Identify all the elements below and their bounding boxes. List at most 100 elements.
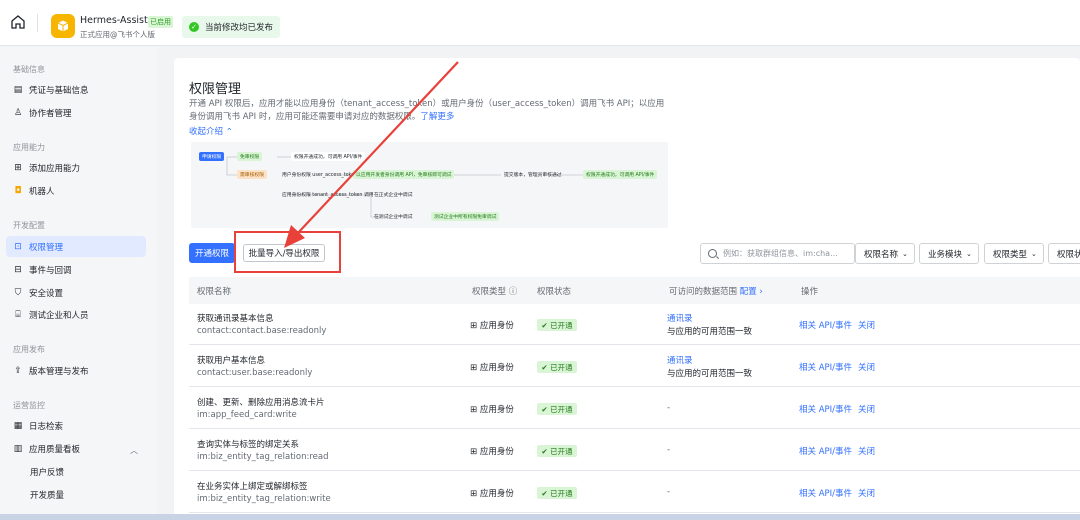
flow-node-test-result: 测试企业中所有权限免审调试 bbox=[431, 212, 500, 221]
flow-connectors bbox=[226, 156, 583, 218]
sidebar-item-label: 开发质量 bbox=[30, 490, 65, 501]
configure-link[interactable]: 配置 bbox=[740, 287, 757, 297]
permission-name: 获取用户基本信息 bbox=[197, 356, 266, 366]
flow-node-user-result: 以应用开发者身份调用 API，免审核即可调试 bbox=[353, 170, 455, 179]
col-header-scope: 可访问的数据范围 配置 › bbox=[669, 285, 763, 297]
close-link[interactable]: 关闭 bbox=[858, 447, 875, 457]
sidebar-item-label: 应用质量看板 bbox=[29, 444, 81, 455]
close-link[interactable]: 关闭 bbox=[858, 489, 875, 499]
sidebar-item-events[interactable]: ⊟ 事件与回调 bbox=[6, 259, 146, 280]
robot-icon: ◘ bbox=[14, 185, 22, 196]
sidebar-group-dev: 开发配置 bbox=[13, 221, 45, 230]
sidebar: 基础信息 ▤ 凭证与基础信息 ♙ 协作者管理 应用能力 ⊞ 添加应用能力 ◘ 机器人 开… bbox=[0, 47, 158, 520]
sidebar-item-bot[interactable]: ◘ 机器人 bbox=[6, 180, 146, 201]
sidebar-group-release: 应用发布 bbox=[13, 345, 45, 354]
sidebar-item-label: 协作者管理 bbox=[29, 108, 72, 119]
sidebar-item-quality[interactable]: ▥ 应用质量看板 bbox=[6, 438, 146, 459]
sidebar-item-add-capability[interactable]: ⊞ 添加应用能力 bbox=[6, 157, 146, 178]
table-header: 权限名称 权限类型 ⓘ 权限状态 可访问的数据范围 配置 › 操作 bbox=[189, 277, 1080, 304]
close-link[interactable]: 关闭 bbox=[858, 321, 875, 331]
close-link[interactable]: 关闭 bbox=[858, 405, 875, 415]
row-actions: 相关 API/事件 关闭 bbox=[799, 361, 881, 373]
related-api-link[interactable]: 相关 API/事件 bbox=[799, 363, 852, 373]
row-actions: 相关 API/事件 关闭 bbox=[799, 403, 881, 415]
learn-more-link[interactable]: 了解更多 bbox=[420, 112, 454, 122]
open-permission-button[interactable]: 开通权限 bbox=[189, 243, 235, 263]
permission-name: 在业务实体上绑定或解绑标签 bbox=[197, 482, 308, 492]
app-grid-icon: ⊞ bbox=[470, 321, 478, 331]
chevron-down-icon: ⌄ bbox=[966, 249, 972, 258]
filter-permission-type[interactable]: 权限类型 ⌄ bbox=[984, 243, 1044, 264]
related-api-link[interactable]: 相关 API/事件 bbox=[799, 489, 852, 499]
sidebar-item-feedback[interactable]: 用户反馈 bbox=[6, 461, 146, 482]
flow-node-app-identity: 应用身份权限 tenant_access_token 调用 bbox=[282, 193, 374, 198]
chevron-down-icon: ⌄ bbox=[902, 249, 908, 258]
sidebar-item-label: 日志检索 bbox=[29, 421, 64, 432]
permission-flow-diagram: 申请权限 免审权限 权限开通成功，可调用 API/事件 需审核权限 用户身份权限… bbox=[191, 142, 668, 228]
related-api-link[interactable]: 相关 API/事件 bbox=[799, 447, 852, 457]
permission-code: contact:contact.base:readonly bbox=[197, 326, 327, 336]
filter-permission-name[interactable]: 权限名称 ⌄ bbox=[855, 243, 915, 264]
chevron-down-icon: ⌄ bbox=[1031, 249, 1037, 258]
upload-icon: ⇪ bbox=[14, 365, 22, 376]
chevron-up-icon: ⌃ bbox=[225, 127, 233, 137]
chevron-up-icon[interactable]: ︿ bbox=[130, 445, 138, 456]
sidebar-item-logs[interactable]: ▦ 日志检索 bbox=[6, 415, 146, 436]
check-circle-icon: ✔ bbox=[541, 362, 548, 372]
bottom-strip bbox=[0, 514, 1080, 520]
search-icon bbox=[708, 249, 717, 258]
row-actions: 相关 API/事件 关闭 bbox=[799, 445, 881, 457]
code-icon: ⌸ bbox=[15, 309, 21, 320]
status-badge: ✔ 已开通 bbox=[537, 487, 577, 499]
sidebar-group-basic: 基础信息 bbox=[13, 65, 45, 74]
collapse-intro-link[interactable]: 收起介绍 ⌃ bbox=[189, 125, 233, 137]
filter-label: 权限状 bbox=[1057, 249, 1080, 260]
sidebar-item-label: 版本管理与发布 bbox=[29, 366, 89, 377]
filter-permission-status[interactable]: 权限状 bbox=[1048, 243, 1080, 264]
flow-node-free-result: 权限开通成功，可调用 API/事件 bbox=[291, 152, 366, 161]
status-badge: ✔ 已开通 bbox=[537, 445, 577, 457]
table-row: 查询实体与标签的绑定关系 im:biz_entity_tag_relation:… bbox=[189, 430, 1080, 471]
publish-status-text: 当前修改均已发布 bbox=[205, 23, 274, 33]
permission-code: im:biz_entity_tag_relation:write bbox=[197, 494, 331, 504]
scope-desc: 与应用的可用范围一致 bbox=[667, 327, 753, 337]
col-header-status: 权限状态 bbox=[537, 287, 572, 297]
filter-label: 权限名称 bbox=[864, 249, 899, 260]
sidebar-item-security[interactable]: ⛉ 安全设置 bbox=[6, 282, 146, 303]
permission-type-label: 应用身份 bbox=[479, 321, 514, 331]
status-badge: ✔ 已开通 bbox=[537, 361, 577, 373]
scope-link[interactable]: 通讯录 bbox=[667, 312, 693, 324]
close-link[interactable]: 关闭 bbox=[858, 363, 875, 373]
permission-type-label: 应用身份 bbox=[479, 405, 514, 415]
search-input[interactable]: 例如：获取群组信息、im:cha... bbox=[700, 243, 855, 264]
sidebar-item-credentials[interactable]: ▤ 凭证与基础信息 bbox=[6, 79, 146, 100]
permission-code: im:app_feed_card:write bbox=[197, 410, 297, 420]
sidebar-item-label: 凭证与基础信息 bbox=[29, 85, 89, 96]
app-grid-icon: ⊞ bbox=[470, 363, 478, 373]
scope-link[interactable]: 通讯录 bbox=[667, 354, 693, 366]
app-grid-icon: ⊞ bbox=[470, 405, 478, 415]
sidebar-item-versions[interactable]: ⇪ 版本管理与发布 bbox=[6, 360, 146, 381]
permission-name: 获取通讯录基本信息 bbox=[197, 314, 274, 324]
table-row: 获取通讯录基本信息 contact:contact.base:readonly … bbox=[189, 304, 1080, 345]
status-badge: ✔ 已开通 bbox=[537, 319, 577, 331]
check-circle-icon: ✓ bbox=[189, 22, 199, 32]
sidebar-item-test-tenant[interactable]: ⌸ 测试企业和人员 bbox=[6, 304, 146, 325]
table-row: 在业务实体上绑定或解绑标签 im:biz_entity_tag_relation… bbox=[189, 472, 1080, 513]
filter-label: 业务模块 bbox=[928, 249, 963, 260]
sidebar-item-collaborators[interactable]: ♙ 协作者管理 bbox=[6, 102, 146, 123]
sidebar-group-ops: 运营监控 bbox=[13, 401, 45, 410]
home-icon[interactable] bbox=[10, 14, 26, 30]
permission-type: ⊞ 应用身份 bbox=[470, 319, 514, 331]
sidebar-item-dev-quality[interactable]: 开发质量 bbox=[6, 484, 146, 505]
filter-business-module[interactable]: 业务模块 ⌄ bbox=[919, 243, 979, 264]
status-label: 已开通 bbox=[550, 488, 573, 498]
related-api-link[interactable]: 相关 API/事件 bbox=[799, 405, 852, 415]
check-circle-icon: ✔ bbox=[541, 320, 548, 330]
related-api-link[interactable]: 相关 API/事件 bbox=[799, 321, 852, 331]
help-circle-icon[interactable]: ⓘ bbox=[509, 287, 518, 297]
app-logo bbox=[51, 14, 75, 38]
status-label: 已开通 bbox=[550, 362, 573, 372]
sidebar-item-permissions[interactable]: ⊡ 权限管理 bbox=[6, 236, 146, 257]
flow-node-review: 需审核权限 bbox=[237, 170, 267, 179]
